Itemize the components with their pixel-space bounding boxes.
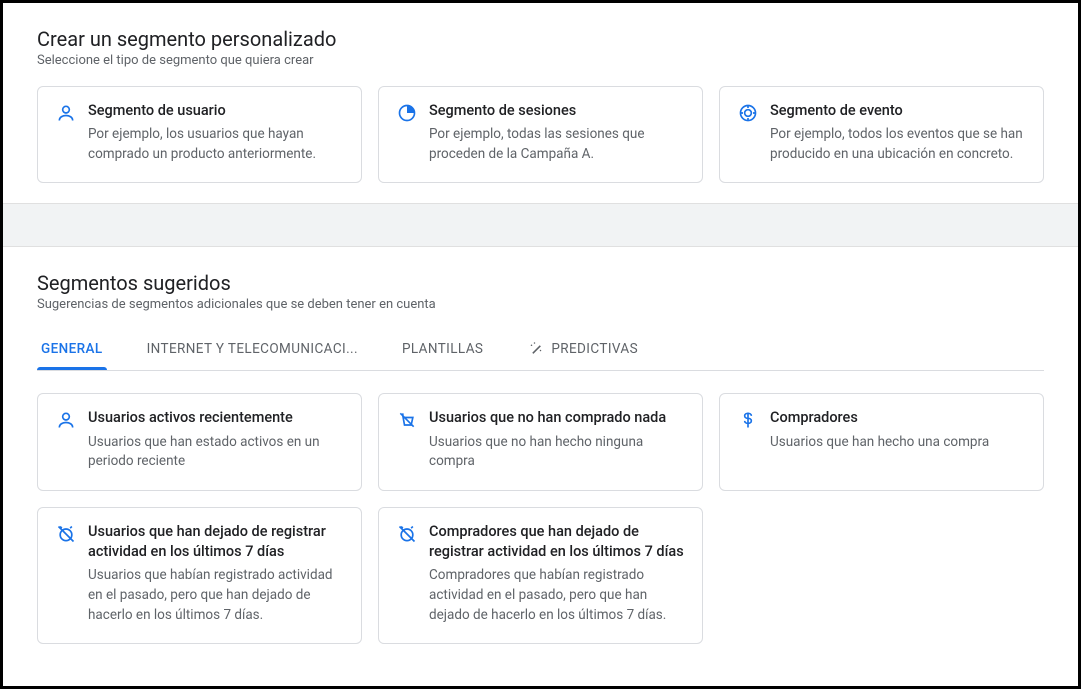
custom-segment-subtitle: Seleccione el tipo de segmento que quier… xyxy=(37,53,1044,68)
tab-label: GENERAL xyxy=(41,341,103,357)
card-desc: Usuarios que habían registrado actividad… xyxy=(88,566,343,625)
card-title: Segmento de evento xyxy=(770,101,1025,121)
card-user-segment[interactable]: Segmento de usuario Por ejemplo, los usu… xyxy=(37,86,362,183)
card-desc: Usuarios que no han hecho ninguna compra xyxy=(429,433,684,472)
tab-general[interactable]: GENERAL xyxy=(37,331,107,369)
tab-templates[interactable]: PLANTILLAS xyxy=(398,331,487,369)
wand-icon xyxy=(527,340,545,358)
suggested-grid: Usuarios activos recientemente Usuarios … xyxy=(37,393,1044,644)
tab-internet-telecom[interactable]: INTERNET Y TELECOMUNICACI... xyxy=(143,331,362,369)
session-icon xyxy=(397,103,417,123)
alarm-off-icon xyxy=(56,524,76,544)
card-event-segment[interactable]: Segmento de evento Por ejemplo, todos lo… xyxy=(719,86,1044,183)
card-desc: Por ejemplo, los usuarios que hayan comp… xyxy=(88,125,343,164)
suggested-tabs: GENERAL INTERNET Y TELECOMUNICACI... PLA… xyxy=(37,330,1044,371)
card-title: Compradores que han dejado de registrar … xyxy=(429,522,684,563)
card-inactive-purchasers-7d[interactable]: Compradores que han dejado de registrar … xyxy=(378,507,703,644)
alarm-off-icon xyxy=(397,524,417,544)
custom-segment-title: Crear un segmento personalizado xyxy=(37,27,1044,51)
custom-segment-section: Crear un segmento personalizado Seleccio… xyxy=(3,3,1078,203)
section-divider xyxy=(3,203,1078,247)
card-desc: Compradores que habían registrado activi… xyxy=(429,566,684,625)
tab-label: INTERNET Y TELECOMUNICACI... xyxy=(147,341,358,357)
custom-card-row: Segmento de usuario Por ejemplo, los usu… xyxy=(37,86,1044,183)
card-title: Segmento de sesiones xyxy=(429,101,684,121)
card-desc: Usuarios que han estado activos en un pe… xyxy=(88,433,343,472)
card-title: Usuarios activos recientemente xyxy=(88,408,343,428)
tab-label: PLANTILLAS xyxy=(402,341,483,357)
card-title: Compradores xyxy=(770,408,1025,428)
card-desc: Usuarios que han hecho una compra xyxy=(770,433,1025,453)
tab-label: PREDICTIVAS xyxy=(551,341,638,357)
card-session-segment[interactable]: Segmento de sesiones Por ejemplo, todas … xyxy=(378,86,703,183)
person-icon xyxy=(56,410,76,430)
card-non-purchasers[interactable]: Usuarios que no han comprado nada Usuari… xyxy=(378,393,703,490)
person-icon xyxy=(56,103,76,123)
tab-predictive[interactable]: PREDICTIVAS xyxy=(523,330,642,370)
suggested-title: Segmentos sugeridos xyxy=(37,271,1044,295)
card-recent-active-users[interactable]: Usuarios activos recientemente Usuarios … xyxy=(37,393,362,490)
card-title: Usuarios que han dejado de registrar act… xyxy=(88,522,343,563)
suggested-segment-section: Segmentos sugeridos Sugerencias de segme… xyxy=(3,247,1078,664)
suggested-subtitle: Sugerencias de segmentos adicionales que… xyxy=(37,297,1044,312)
dollar-icon xyxy=(738,410,758,430)
card-inactive-users-7d[interactable]: Usuarios que han dejado de registrar act… xyxy=(37,507,362,644)
card-title: Segmento de usuario xyxy=(88,101,343,121)
card-purchasers[interactable]: Compradores Usuarios que han hecho una c… xyxy=(719,393,1044,490)
card-desc: Por ejemplo, todas las sesiones que proc… xyxy=(429,125,684,164)
event-icon xyxy=(738,103,758,123)
card-title: Usuarios que no han comprado nada xyxy=(429,408,684,428)
no-buy-icon xyxy=(397,410,417,430)
card-desc: Por ejemplo, todos los eventos que se ha… xyxy=(770,125,1025,164)
